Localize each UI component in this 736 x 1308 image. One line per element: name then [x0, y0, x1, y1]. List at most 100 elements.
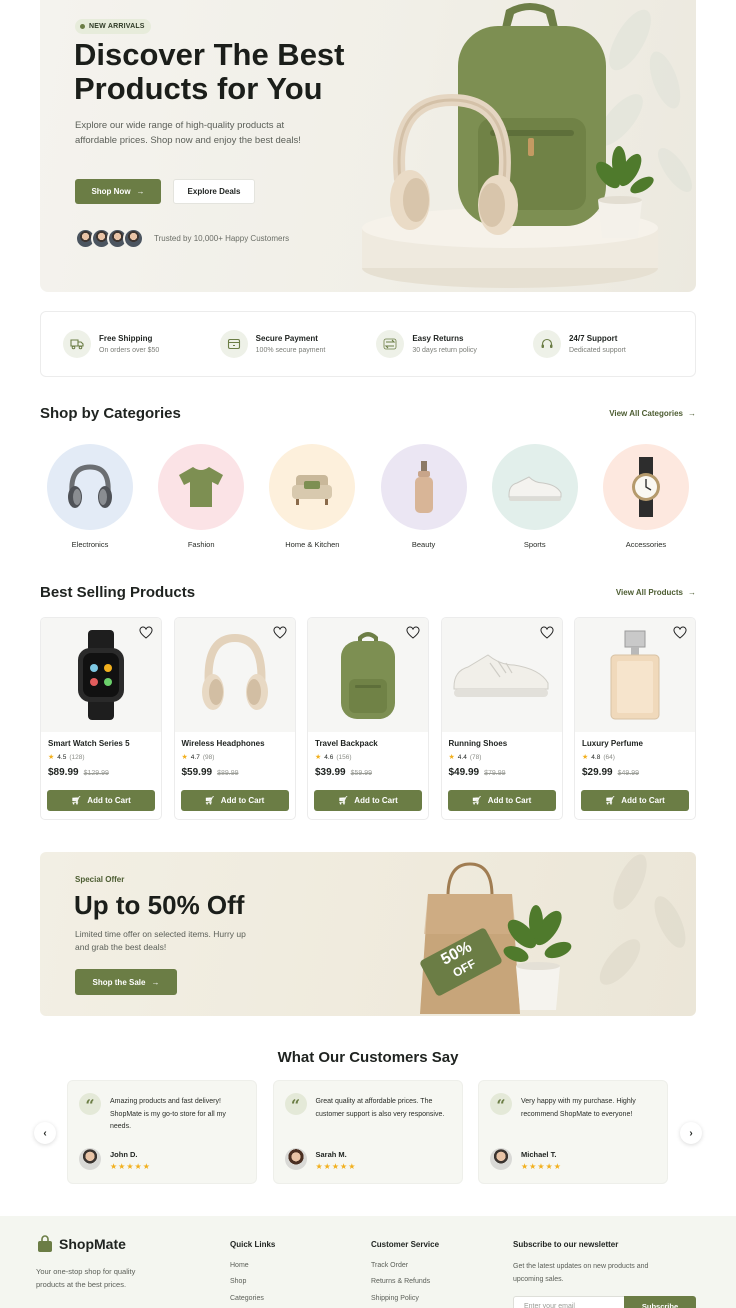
- email-input[interactable]: Enter your email: [513, 1296, 625, 1308]
- feature-subtitle: 30 days return policy: [412, 347, 477, 354]
- product-rating: ★ 4.4 (78): [448, 753, 562, 762]
- customer-avatars: [75, 228, 144, 250]
- shop-sale-button[interactable]: Shop the Sale →: [75, 969, 177, 995]
- testimonial-name: Michael T.: [521, 1150, 557, 1159]
- promo-title: Up to 50% Off: [74, 890, 245, 920]
- category-beauty[interactable]: Beauty: [374, 444, 474, 549]
- customer-service-title: Customer Service: [371, 1240, 440, 1249]
- category-accessories[interactable]: Accessories: [596, 444, 696, 549]
- potted-plant-image: [503, 905, 572, 1010]
- feature-subtitle: On orders over $50: [99, 347, 160, 354]
- category-label: Beauty: [411, 540, 436, 549]
- product-name: Wireless Headphones: [181, 739, 265, 748]
- star-icon: ★: [448, 754, 455, 761]
- footer-link-home[interactable]: Home: [230, 1262, 249, 1269]
- testimonial-text: Amazing products and fast delivery! Shop…: [110, 1098, 226, 1130]
- product-price: $89.99 $129.99: [48, 767, 161, 778]
- category-circle: [602, 444, 689, 530]
- features-bar: Free Shipping On orders over $50 Secure P…: [40, 311, 696, 377]
- footer-logo[interactable]: ShopMate: [37, 1235, 126, 1253]
- product-name: Travel Backpack: [315, 739, 378, 748]
- price-old: $59.99: [350, 770, 373, 777]
- feature-title: Free Shipping: [99, 334, 153, 343]
- category-electronics[interactable]: Electronics: [40, 444, 140, 549]
- testimonials-title: What Our Customers Say: [277, 1049, 459, 1066]
- trusted-text: Trusted by 10,000+ Happy Customers: [154, 234, 290, 243]
- hero-title-line2: Products for You: [74, 71, 323, 106]
- subscribe-button[interactable]: Subscribe: [624, 1296, 696, 1308]
- product-card[interactable]: Luxury Perfume ★ 4.8 (64) $29.99 $49.99 🛒︎ A…: [574, 617, 696, 820]
- footer-link-track-order[interactable]: Track Order: [371, 1262, 408, 1269]
- star-icon: ★: [181, 754, 188, 761]
- star-icon: ★: [582, 754, 589, 761]
- heart-icon[interactable]: [539, 626, 554, 640]
- explore-deals-button[interactable]: Explore Deals: [173, 179, 255, 204]
- footer-link-returns[interactable]: Returns & Refunds: [371, 1278, 430, 1285]
- view-all-label: View All Products: [615, 588, 683, 597]
- add-to-cart-button[interactable]: 🛒︎ Add to Cart: [47, 790, 155, 811]
- footer-link-categories[interactable]: Categories: [230, 1295, 264, 1302]
- cart-icon: 🛒︎: [471, 796, 482, 805]
- heart-icon[interactable]: [272, 626, 287, 640]
- promo-banner: Special Offer Up to 50% Off Limited time…: [40, 852, 696, 1016]
- feature-title: 24/7 Support: [568, 334, 618, 343]
- heart-icon[interactable]: [139, 626, 153, 640]
- product-rating: ★ 4.6 (156): [315, 753, 428, 762]
- price-current: $29.99: [582, 767, 613, 778]
- footer-link-shipping[interactable]: Shipping Policy: [371, 1295, 419, 1302]
- categories-title: Shop by Categories: [40, 405, 181, 422]
- avatar: [490, 1148, 512, 1170]
- price-old: $89.99: [217, 770, 239, 777]
- price-old: $79.99: [484, 770, 506, 777]
- testimonial-text: Great quality at affordable prices. The …: [315, 1098, 445, 1118]
- best-selling-title: Best Selling Products: [40, 584, 196, 601]
- heart-icon[interactable]: [406, 626, 420, 640]
- rating-count: (98): [202, 753, 215, 761]
- footer-link-shop[interactable]: Shop: [230, 1278, 246, 1285]
- avatar: [284, 1148, 307, 1170]
- product-list: Smart Watch Series 5 ★ 4.5 (128) $89.99 $12…: [40, 617, 696, 820]
- product-name: Running Shoes: [448, 739, 508, 748]
- category-home-kitchen[interactable]: Home & Kitchen: [262, 444, 362, 549]
- hero-title-line1: Discover The Best: [74, 37, 345, 72]
- add-to-cart-button[interactable]: 🛒︎ Add to Cart: [581, 790, 689, 811]
- add-to-cart-label: Add to Cart: [220, 796, 265, 805]
- quote-icon: “: [490, 1093, 512, 1115]
- arrow-right-icon: →: [136, 187, 145, 196]
- add-to-cart-label: Add to Cart: [87, 796, 131, 805]
- product-card[interactable]: Smart Watch Series 5 ★ 4.5 (128) $89.99 $12…: [40, 617, 162, 820]
- next-testimonial-button[interactable]: ›: [680, 1122, 702, 1144]
- product-name: Luxury Perfume: [582, 739, 643, 748]
- shop-now-button[interactable]: Shop Now →: [75, 179, 161, 204]
- promo-subtitle: Limited time offer on selected items. Hu…: [75, 929, 246, 952]
- category-circle: [47, 444, 133, 530]
- bottle-icon: [414, 461, 433, 513]
- product-card[interactable]: Running Shoes ★ 4.4 (78) $49.99 $79.99 🛒︎ Ad…: [440, 617, 563, 820]
- category-sports[interactable]: Sports: [485, 444, 585, 549]
- price-current: $89.99: [48, 767, 79, 778]
- category-label: Sports: [523, 540, 546, 549]
- heart-icon[interactable]: [673, 626, 687, 640]
- testimonial-card: “ Great quality at affordable prices. Th…: [272, 1080, 463, 1184]
- add-to-cart-button[interactable]: 🛒︎ Add to Cart: [180, 790, 289, 811]
- view-all-products-link[interactable]: View All Products →: [616, 588, 696, 597]
- star-icon: ★: [48, 754, 55, 761]
- rating-count: (64): [603, 753, 615, 761]
- feature-subtitle: Dedicated support: [568, 347, 626, 354]
- rating-value: 4.6: [324, 753, 334, 761]
- category-fashion[interactable]: Fashion: [151, 444, 251, 549]
- product-card[interactable]: Travel Backpack ★ 4.6 (156) $39.99 $59.99 🛒…: [307, 617, 429, 820]
- prev-testimonial-button[interactable]: ‹: [34, 1122, 56, 1144]
- sneaker-icon: [453, 654, 548, 697]
- category-circle: [158, 444, 245, 530]
- sneaker-icon: [508, 476, 562, 501]
- view-all-categories-link[interactable]: View All Categories →: [609, 409, 696, 418]
- product-rating: ★ 4.8 (64): [582, 753, 695, 762]
- add-to-cart-button[interactable]: 🛒︎ Add to Cart: [447, 790, 556, 811]
- add-to-cart-label: Add to Cart: [354, 796, 398, 805]
- price-old: $49.99: [617, 770, 640, 777]
- add-to-cart-button[interactable]: 🛒︎ Add to Cart: [314, 790, 422, 811]
- product-card[interactable]: Wireless Headphones ★ 4.7 (98) $59.99 $89.9…: [173, 617, 296, 820]
- product-name: Smart Watch Series 5: [48, 739, 130, 748]
- star-rating: ★★★★★: [315, 1162, 357, 1171]
